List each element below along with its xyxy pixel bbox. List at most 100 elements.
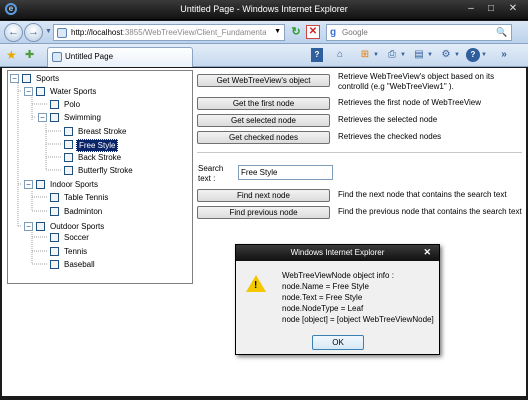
node-checkbox[interactable] (22, 74, 31, 83)
get-webtreeview-object-button[interactable]: Get WebTreeView's object (197, 74, 330, 87)
command-bar: ★ ✚ Untitled Page ? ⌂ ⊞ ▼ ⎙ ▼ ▤ ▼ ⚙ ▼ ? … (0, 44, 528, 67)
action-description: Retrieves the first node of WebTreeView (338, 98, 482, 107)
address-text[interactable]: http://localhost:3855/WebTreeView/Client… (71, 28, 266, 37)
node-label[interactable]: Polo (62, 99, 82, 110)
action-description: Retrieves the selected node (338, 115, 438, 124)
node-label[interactable]: Badminton (62, 206, 104, 217)
quick-tabs-icon[interactable]: ? (311, 48, 323, 62)
back-button[interactable]: ← (4, 23, 23, 42)
node-checkbox[interactable] (50, 233, 59, 242)
node-checkbox[interactable] (50, 260, 59, 269)
find-previous-node-button[interactable]: Find previous node (197, 206, 330, 219)
page-menu-icon[interactable]: ▤ (412, 48, 426, 62)
node-label[interactable]: Soccer (62, 232, 91, 243)
node-checkbox[interactable] (50, 193, 59, 202)
search-text-label: Search text : (198, 164, 224, 183)
window-titlebar: e Untitled Page - Windows Internet Explo… (0, 0, 528, 20)
forward-button[interactable]: → (24, 23, 43, 42)
node-label[interactable]: Outdoor Sports (48, 221, 106, 232)
collapse-icon[interactable]: − (24, 180, 33, 189)
node-label[interactable]: Tennis (62, 246, 89, 257)
search-text-input[interactable] (238, 165, 333, 180)
node-label[interactable]: Free Style (76, 139, 119, 152)
get-first-node-button[interactable]: Get the first node (197, 97, 330, 110)
node-label[interactable]: Water Sports (48, 86, 98, 97)
node-checkbox[interactable] (64, 166, 73, 175)
node-checkbox[interactable] (64, 140, 73, 149)
help-dropdown-icon[interactable]: ▼ (480, 48, 488, 62)
maximize-button[interactable]: □ (482, 2, 500, 15)
address-bar[interactable]: http://localhost:3855/WebTreeView/Client… (53, 24, 285, 41)
node-label[interactable]: Back Stroke (76, 152, 123, 163)
alert-dialog: Windows Internet Explorer ✕ ! WebTreeVie… (235, 244, 440, 355)
node-label[interactable]: Butterfly Stroke (76, 165, 135, 176)
node-label[interactable]: Swimming (62, 112, 103, 123)
add-favorites-icon[interactable]: ✚ (25, 48, 34, 61)
node-checkbox[interactable] (50, 100, 59, 109)
node-label[interactable]: Sports (34, 73, 61, 84)
address-path: :3855/WebTreeView/Client_Fundamenta (122, 28, 266, 37)
dialog-title: Windows Internet Explorer (290, 248, 385, 257)
node-checkbox[interactable] (50, 247, 59, 256)
refresh-icon[interactable]: ↻ (289, 25, 303, 39)
stop-icon[interactable]: ✕ (306, 25, 320, 39)
node-checkbox[interactable] (64, 127, 73, 136)
home-icon[interactable]: ⌂ (333, 48, 347, 62)
get-selected-node-button[interactable]: Get selected node (197, 114, 330, 127)
search-input[interactable] (342, 26, 492, 39)
google-icon: g (330, 27, 337, 38)
dialog-titlebar: Windows Internet Explorer ✕ (236, 245, 439, 261)
node-label[interactable]: Baseball (62, 259, 97, 270)
tools-dropdown-icon[interactable]: ▼ (453, 48, 461, 62)
address-host: http://localhost (71, 28, 123, 37)
chevron-more-icon[interactable]: » (497, 48, 511, 62)
node-checkbox[interactable] (36, 87, 45, 96)
node-label[interactable]: Breast Stroke (76, 126, 128, 137)
feeds-icon[interactable]: ⊞ (358, 48, 372, 62)
favorites-star-icon[interactable]: ★ (6, 48, 17, 62)
tab-page-icon (52, 52, 62, 62)
dialog-close-button[interactable]: ✕ (423, 247, 431, 258)
collapse-icon[interactable]: − (24, 87, 33, 96)
print-icon[interactable]: ⎙ (385, 48, 399, 62)
address-dropdown-icon[interactable]: ▼ (274, 28, 281, 35)
dialog-message: WebTreeViewNode object info : node.Name … (282, 270, 434, 325)
node-checkbox[interactable] (50, 207, 59, 216)
action-description: Retrieve WebTreeView's object based on i… (338, 72, 494, 92)
node-label[interactable]: Table Tennis (62, 192, 110, 203)
collapse-icon[interactable]: − (10, 74, 19, 83)
find-next-node-button[interactable]: Find next node (197, 189, 330, 202)
tab-label: Untitled Page (65, 52, 114, 61)
node-checkbox[interactable] (64, 153, 73, 162)
print-dropdown-icon[interactable]: ▼ (399, 48, 407, 62)
feeds-dropdown-icon[interactable]: ▼ (372, 48, 380, 62)
minimize-button[interactable]: – (462, 2, 480, 15)
tree-connector-lines (17, 83, 62, 265)
ok-button[interactable]: OK (312, 335, 364, 350)
node-checkbox[interactable] (36, 180, 45, 189)
node-checkbox[interactable] (36, 222, 45, 231)
dialog-message-line: node.NodeType = Leaf (282, 304, 364, 313)
node-checkbox[interactable] (50, 113, 59, 122)
page-dropdown-icon[interactable]: ▼ (426, 48, 434, 62)
dialog-message-line: WebTreeViewNode object info : (282, 271, 394, 280)
search-box[interactable]: g 🔍 (326, 24, 512, 41)
help-icon[interactable]: ? (466, 48, 480, 62)
window-title: Untitled Page - Windows Internet Explore… (180, 4, 348, 14)
search-go-icon[interactable]: 🔍 (495, 25, 509, 40)
get-checked-nodes-button[interactable]: Get checked nodes (197, 131, 330, 144)
page-icon (57, 28, 67, 38)
tools-gear-icon[interactable]: ⚙ (439, 48, 453, 62)
close-window-button[interactable]: ✕ (504, 2, 522, 15)
history-dropdown-icon[interactable]: ▼ (45, 28, 52, 35)
description-line: controlId (e.g "WebTreeView1" ). (338, 82, 454, 91)
navigation-bar: ← → ▼ http://localhost:3855/WebTreeView/… (0, 21, 528, 44)
dialog-message-line: node [object] = [object WebTreeViewNode] (282, 315, 434, 324)
action-description: Find the next node that contains the sea… (338, 190, 507, 199)
dialog-message-line: node.Name = Free Style (282, 282, 369, 291)
tab-untitled-page[interactable]: Untitled Page (47, 47, 193, 67)
node-label[interactable]: Indoor Sports (48, 179, 100, 190)
dialog-message-line: node.Text = Free Style (282, 293, 363, 302)
collapse-icon[interactable]: − (38, 113, 47, 122)
collapse-icon[interactable]: − (24, 222, 33, 231)
